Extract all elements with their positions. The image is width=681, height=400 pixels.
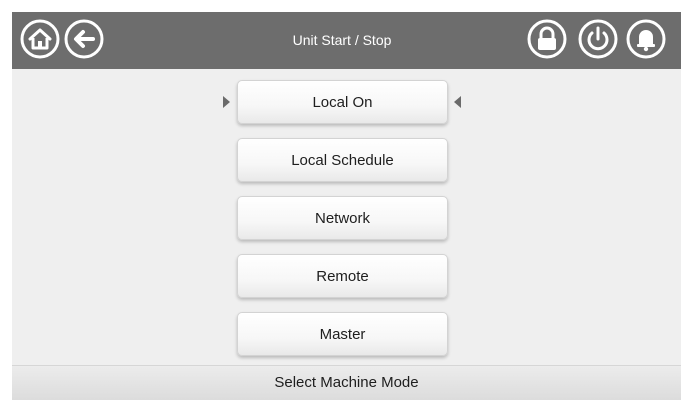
- selection-indicator-left-icon: [223, 96, 230, 108]
- alarm-button[interactable]: [626, 19, 666, 59]
- power-icon: [578, 19, 618, 59]
- page-title: Unit Start / Stop: [292, 32, 392, 48]
- mode-button-local-on[interactable]: Local On: [237, 80, 448, 124]
- lock-button[interactable]: [527, 19, 567, 59]
- unit-start-stop-screen: Unit Start / Stop Local On Local Schedul…: [12, 12, 681, 400]
- back-button[interactable]: [64, 19, 104, 59]
- power-button[interactable]: [578, 19, 618, 59]
- header-bar: Unit Start / Stop: [12, 12, 681, 69]
- home-icon: [20, 19, 60, 59]
- mode-button-remote[interactable]: Remote: [237, 254, 448, 298]
- selection-indicator-right-icon: [454, 96, 461, 108]
- lock-icon: [527, 19, 567, 59]
- mode-button-local-schedule[interactable]: Local Schedule: [237, 138, 448, 182]
- mode-button-network[interactable]: Network: [237, 196, 448, 240]
- alarm-bell-icon: [626, 19, 666, 59]
- mode-button-master[interactable]: Master: [237, 312, 448, 356]
- home-button[interactable]: [20, 19, 60, 59]
- back-arrow-icon: [64, 19, 104, 59]
- footer-status: Select Machine Mode: [12, 365, 681, 400]
